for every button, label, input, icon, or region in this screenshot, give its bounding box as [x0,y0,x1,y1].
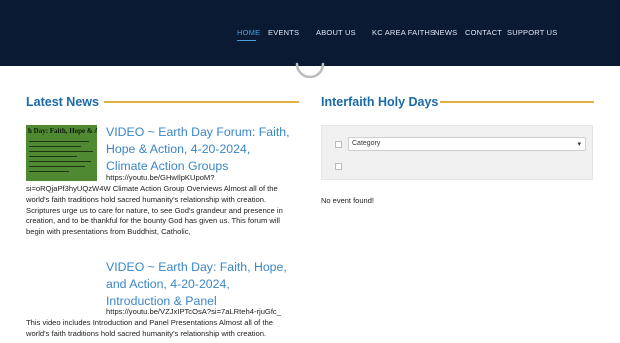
excerpt-line: Scriptures urge us to care for nature, t… [26,205,283,215]
nav-news[interactable]: NEWS [434,28,457,37]
excerpt-line: https://youtu.be/VZJxIPTcOsA?si=7aLRteh4… [106,307,281,316]
excerpt-line: creation, and to be thankful for the bou… [26,216,280,226]
post-title-line: Hope & Action, 4-20-2024, [106,142,251,156]
nav-about-us[interactable]: ABOUT US [316,28,356,37]
excerpt-line: world's faith traditions hold sacred hum… [26,328,267,338]
loading-spinner-icon [295,62,325,78]
thumbnail-text-line [29,141,89,142]
thumbnail-text-line [29,156,77,157]
search-checkbox[interactable] [335,163,342,170]
excerpt-line: si=oRQjaPf3hyUQzW4W Climate Action Group… [26,184,278,193]
nav-kc-area-faiths[interactable]: KC AREA FAITHS [372,28,435,37]
latest-news-rule [104,101,299,103]
excerpt-line: begin with presentations from Buddhist, … [26,227,191,237]
excerpt-line: world's faith traditions hold sacred hum… [26,194,267,204]
post-excerpt: https://youtu.be/VZJxIPTcOsA?si=7aLRteh4… [26,307,328,318]
category-select[interactable]: Category ▾ [348,137,586,151]
category-checkbox[interactable] [335,141,342,148]
thumbnail-text-line [29,146,81,147]
excerpt-line: This video includes Introduction and Pan… [26,318,273,327]
nav-home[interactable]: HOME [237,28,260,37]
category-select-value: Category [352,140,381,147]
post-excerpt-continued: This video includes Introduction and Pan… [26,318,302,340]
nav-support-us[interactable]: SUPPORT US [507,28,558,37]
post-title-link[interactable]: VIDEO ~ Earth Day Forum: Faith, Hope & A… [106,124,302,175]
post-title-link[interactable]: VIDEO ~ Earth Day: Faith, Hope, and Acti… [106,259,302,310]
no-events-message: No event found! [321,196,374,205]
holy-days-rule [440,101,594,103]
thumbnail-text-line [29,166,85,167]
nav-contact[interactable]: CONTACT [465,28,502,37]
thumbnail-text-line [29,161,91,162]
chevron-down-icon: ▾ [577,141,581,148]
post-title-line: and Action, 4-20-2024, [106,277,230,291]
main-nav: HOME EVENTS ABOUT US KC AREA FAITHS NEWS… [0,28,620,41]
thumbnail-text-line [29,151,93,152]
nav-active-indicator [237,40,256,41]
excerpt-line: https://youtu.be/GHwIlpKUpoM? [106,173,215,182]
thumbnail-title: h Day: Faith, Hope & Actio [28,127,97,135]
post-excerpt: https://youtu.be/GHwIlpKUpoM? [26,173,328,184]
latest-news-heading: Latest News [26,95,99,109]
post-excerpt-continued: si=oRQjaPf3hyUQzW4W Climate Action Group… [26,184,302,238]
thumbnail-text-line [29,171,69,172]
event-filter-panel: Category ▾ [321,125,593,180]
nav-events[interactable]: EVENTS [268,28,299,37]
holy-days-heading: Interfaith Holy Days [321,95,439,109]
post-title-line: VIDEO ~ Earth Day Forum: Faith, [106,125,290,139]
post-title-line: VIDEO ~ Earth Day: Faith, Hope, [106,260,287,274]
